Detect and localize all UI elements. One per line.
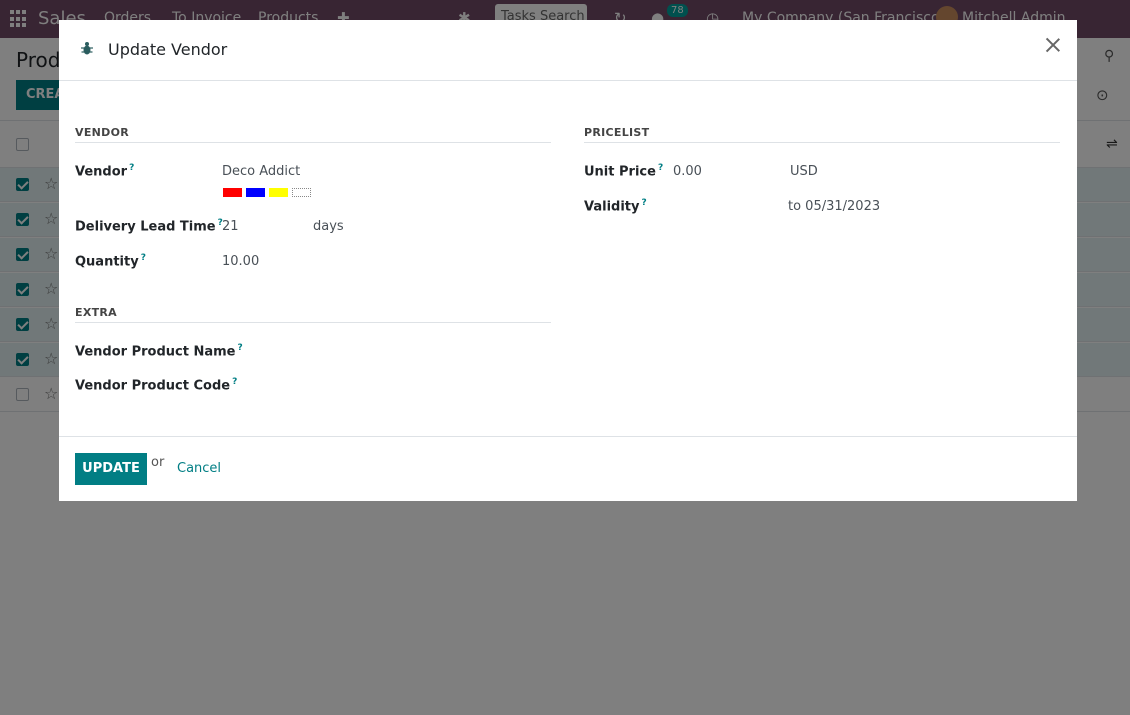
unit-price-label: Unit Price? (584, 163, 664, 180)
help-tooltip-icon[interactable]: ? (141, 253, 146, 263)
section-divider (75, 322, 551, 323)
dialog-header: Update Vendor (59, 20, 1077, 81)
validity-field[interactable]: to 05/31/2023 (788, 199, 880, 214)
help-tooltip-icon[interactable]: ? (232, 377, 237, 387)
section-divider (75, 142, 551, 143)
help-tooltip-icon[interactable]: ? (658, 163, 663, 173)
color-tag[interactable] (246, 188, 265, 197)
dialog-body: VENDOR Vendor? Deco Addict Delivery Lead… (59, 81, 1077, 436)
help-tooltip-icon[interactable]: ? (238, 343, 243, 353)
section-title-vendor: VENDOR (75, 126, 129, 139)
help-tooltip-icon[interactable]: ? (642, 198, 647, 208)
section-title-extra: EXTRA (75, 306, 117, 319)
section-title-pricelist: PRICELIST (584, 126, 650, 139)
lead-time-unit: days (313, 219, 344, 234)
vendor-field[interactable]: Deco Addict (222, 164, 300, 179)
section-divider (584, 142, 1060, 143)
update-button[interactable]: UPDATE (75, 453, 147, 485)
dialog-title: Update Vendor (108, 40, 228, 59)
or-text: or (151, 455, 165, 470)
color-tag[interactable] (223, 188, 242, 197)
dialog-footer: UPDATE or Cancel (59, 436, 1077, 502)
help-tooltip-icon[interactable]: ? (129, 163, 134, 173)
quantity-label: Quantity? (75, 253, 146, 270)
vendor-product-code-label: Vendor Product Code? (75, 377, 238, 394)
quantity-field[interactable]: 10.00 (222, 254, 259, 269)
validity-label: Validity? (584, 198, 647, 215)
vendor-label: Vendor? (75, 163, 135, 180)
vendor-product-name-label: Vendor Product Name? (75, 343, 243, 360)
close-icon[interactable] (1044, 36, 1062, 54)
bug-icon (81, 42, 93, 55)
cancel-button[interactable]: Cancel (177, 461, 221, 476)
currency-field[interactable]: USD (790, 164, 818, 179)
color-tag[interactable] (292, 188, 311, 197)
update-vendor-dialog: Update Vendor VENDOR Vendor? Deco Addict… (59, 20, 1077, 501)
delivery-lead-time-field[interactable]: 21 (222, 219, 239, 234)
delivery-lead-time-label: Delivery Lead Time? (75, 218, 223, 235)
color-tag[interactable] (269, 188, 288, 197)
unit-price-field[interactable]: 0.00 (673, 164, 702, 179)
